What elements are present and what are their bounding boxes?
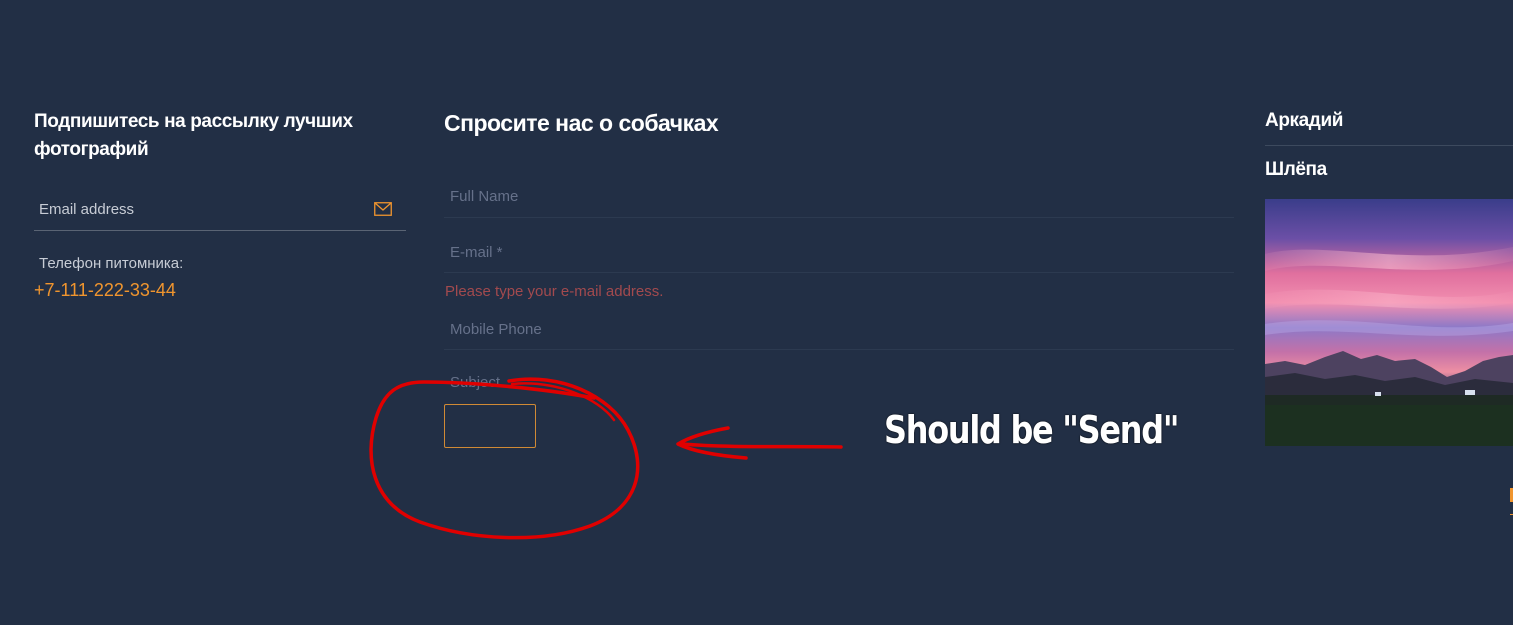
mobile-phone-input[interactable] xyxy=(444,295,1234,349)
subscribe-email-input[interactable] xyxy=(34,192,359,226)
full-name-input[interactable] xyxy=(444,161,1234,217)
subscribe-section: Подпишитесь на рассылку лучших фотографи… xyxy=(34,108,406,301)
subscribe-heading: Подпишитесь на рассылку лучших фотографи… xyxy=(34,111,353,160)
email-input[interactable] xyxy=(444,218,1234,272)
mobile-phone-field xyxy=(444,295,1234,350)
featured-divider xyxy=(1265,145,1513,146)
annotation-text: Should be "Send" xyxy=(884,408,1179,452)
contact-form-heading: Спросите нас о собачках xyxy=(444,110,719,136)
contact-form-section: Спросите нас о собачках Please type your… xyxy=(444,106,1234,448)
phone-number-link[interactable]: +7-111-222-33-44 xyxy=(34,279,406,301)
subject-input[interactable] xyxy=(444,350,1234,400)
featured-subtitle: Шлёпа xyxy=(1265,159,1327,180)
full-name-field xyxy=(444,161,1234,218)
featured-title: Аркадий xyxy=(1265,110,1344,131)
featured-section: Аркадий Шлёпа xyxy=(1265,106,1513,446)
phone-label: Телефон питомника: xyxy=(39,255,184,272)
sunset-photo[interactable] xyxy=(1265,199,1513,446)
send-button[interactable] xyxy=(444,404,536,448)
subject-field xyxy=(444,350,1234,400)
subscribe-email-row xyxy=(34,192,406,231)
mail-icon[interactable] xyxy=(374,202,392,216)
email-field xyxy=(444,218,1234,273)
